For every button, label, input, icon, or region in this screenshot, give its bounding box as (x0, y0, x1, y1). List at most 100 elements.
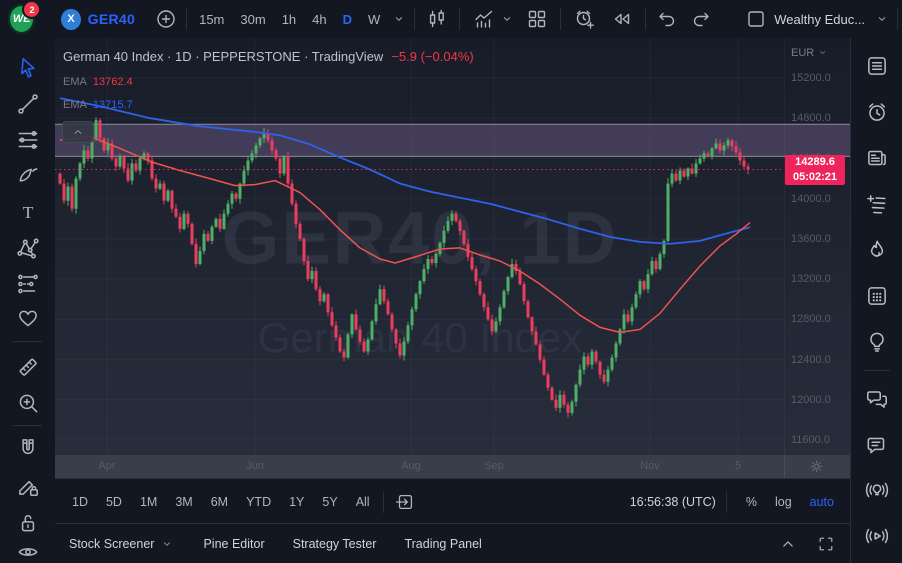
panel-broadcasts[interactable] (864, 477, 890, 503)
tool-text[interactable]: T (15, 199, 41, 225)
chart-style-button[interactable] (425, 7, 449, 31)
tool-zoom-in[interactable] (15, 390, 41, 416)
tool-fib-retracement[interactable] (15, 127, 41, 153)
gear-icon[interactable] (808, 458, 825, 475)
bar-replay-button[interactable] (610, 7, 634, 31)
time-tick: Aug (401, 460, 421, 472)
go-to-date-button[interactable] (394, 491, 416, 513)
replay-icon (610, 7, 634, 31)
panel-calendar[interactable] (864, 283, 890, 309)
tool-favorites[interactable] (15, 305, 41, 331)
watchlist-icon (864, 53, 890, 79)
range-1D[interactable]: 1D (63, 495, 97, 509)
panel-private-messages[interactable] (864, 432, 890, 458)
currency-label[interactable]: EUR (791, 46, 829, 59)
chart-pane[interactable]: GER40, 1D German 40 Index German 40 Inde… (55, 38, 850, 455)
timeframe-1h[interactable]: 1h (274, 12, 304, 27)
ema-slow-legend[interactable]: EMA 13715.7 (63, 99, 133, 111)
ema-fast-legend[interactable]: EMA 13762.4 (63, 76, 133, 88)
range-6M[interactable]: 6M (202, 495, 237, 509)
range-3M[interactable]: 3M (166, 495, 201, 509)
range-YTD[interactable]: YTD (237, 495, 280, 509)
tool-measure[interactable] (15, 354, 41, 380)
timeframe-4h[interactable]: 4h (304, 12, 334, 27)
timeframe-group: 15m 30m 1h 4h D W (191, 12, 388, 27)
timeframe-D[interactable]: D (335, 12, 360, 27)
add-symbol-button[interactable] (154, 7, 178, 31)
timeframe-W[interactable]: W (360, 12, 388, 27)
undo-button[interactable] (655, 7, 679, 31)
indicators-button[interactable] (472, 7, 496, 31)
zoom-in-icon (15, 390, 41, 416)
indicators-icon (472, 7, 496, 31)
divider (13, 425, 42, 426)
tab-stock-screener[interactable]: Stock Screener (55, 536, 189, 552)
time-tick: Jun (246, 460, 264, 472)
time-tick: 5 (734, 460, 742, 472)
undo-icon (655, 7, 679, 31)
tab-strategy-tester[interactable]: Strategy Tester (279, 537, 391, 551)
indicators-menu-button[interactable] (496, 7, 518, 31)
time-axis[interactable]: Apr Jun Aug Sep Nov 5 (55, 455, 850, 478)
tool-magnet[interactable] (15, 435, 41, 461)
panel-alerts[interactable] (864, 99, 890, 125)
panel-news[interactable] (864, 145, 890, 171)
candlestick-chart[interactable] (55, 38, 850, 455)
auto-scale-button[interactable]: auto (801, 495, 850, 509)
range-1Y[interactable]: 1Y (280, 495, 313, 509)
layout-grid-button[interactable] (525, 7, 549, 31)
tool-trendline[interactable] (15, 91, 41, 117)
symbol-logo-icon[interactable]: X (61, 8, 81, 30)
create-alert-button[interactable] (572, 7, 596, 31)
tool-xabcd-pattern[interactable] (15, 235, 41, 261)
layout-menu-button[interactable] (871, 7, 893, 31)
tool-cursor[interactable] (15, 55, 41, 81)
redo-button[interactable] (689, 7, 713, 31)
timeframe-menu-button[interactable] (388, 7, 410, 31)
panel-streams[interactable] (864, 523, 890, 549)
clock[interactable]: 16:56:38 (UTC) (630, 495, 716, 509)
timeframe-15m[interactable]: 15m (191, 12, 232, 27)
tool-forecast[interactable] (15, 271, 41, 297)
range-5Y[interactable]: 5Y (313, 495, 346, 509)
app-logo[interactable]: WE 2 (8, 0, 42, 34)
tool-brush[interactable] (15, 163, 41, 189)
layout-name[interactable]: Wealthy Educ... (774, 0, 865, 38)
timeframe-30m[interactable]: 30m (232, 12, 273, 27)
divider (864, 370, 890, 371)
fullscreen-button[interactable] (816, 534, 836, 554)
panel-ideas[interactable] (864, 329, 890, 355)
drawing-lock-icon (15, 473, 41, 499)
tab-pine-editor[interactable]: Pine Editor (189, 537, 278, 551)
legend-title: German 40 Index · 1D · PEPPERSTONE · Tra… (63, 49, 384, 64)
tool-lock-all[interactable] (15, 510, 41, 536)
percent-scale-button[interactable]: % (737, 495, 766, 509)
panel-notes[interactable] (864, 191, 890, 217)
tab-label: Trading Panel (404, 537, 482, 551)
tab-trading-panel[interactable]: Trading Panel (390, 537, 495, 551)
fib-icon (15, 127, 41, 153)
flame-icon (864, 237, 890, 263)
panel-public-chat[interactable] (864, 386, 890, 412)
layout-select-button[interactable] (744, 7, 768, 31)
tool-drawing-lock[interactable] (15, 473, 41, 499)
chevron-down-icon (499, 11, 515, 27)
chart-legend[interactable]: German 40 Index · 1D · PEPPERSTONE · Tra… (63, 49, 474, 64)
tool-hide-all[interactable] (15, 539, 41, 563)
collapse-pane-button[interactable] (62, 121, 94, 143)
symbol-search-button[interactable]: GER40 (88, 0, 135, 38)
range-5D[interactable]: 5D (97, 495, 131, 509)
range-1M[interactable]: 1M (131, 495, 166, 509)
range-All[interactable]: All (347, 495, 379, 509)
panel-watchlist[interactable] (864, 53, 890, 79)
price-change: −5.9 (−0.04%) (391, 49, 474, 64)
calendar-icon (864, 283, 890, 309)
collapse-footer-button[interactable] (778, 534, 798, 554)
message-icon (864, 432, 890, 458)
currency-text: EUR (791, 46, 815, 59)
ema-label: EMA (63, 76, 87, 88)
panel-hotlists[interactable] (864, 237, 890, 263)
log-scale-button[interactable]: log (766, 495, 801, 509)
text-icon: T (15, 199, 41, 225)
price-tick: 14000.0 (791, 192, 831, 205)
